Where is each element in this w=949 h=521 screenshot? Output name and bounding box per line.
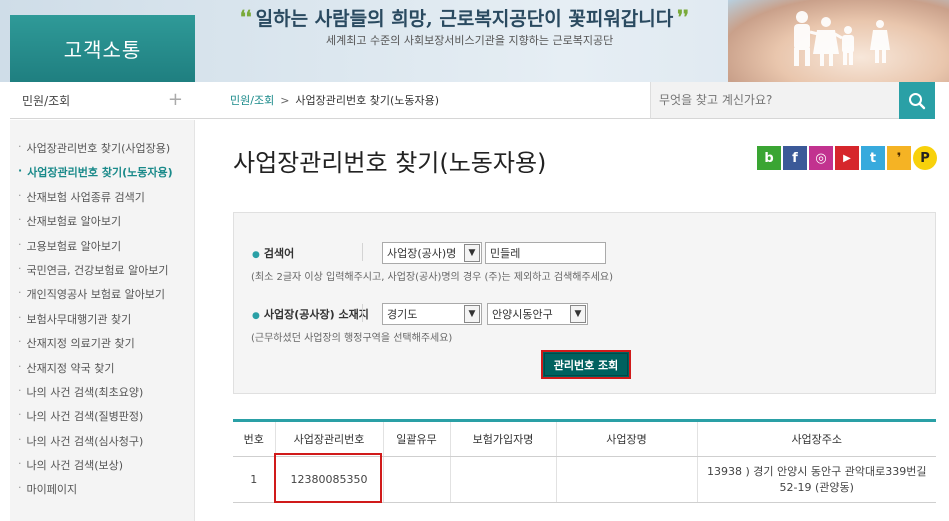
table-row[interactable]: 1 12380085350 13938 ) 경기 안양시 동안구 관악대로339… <box>233 456 936 503</box>
location-label: ● 사업장(공사장) 소재지 <box>252 308 369 321</box>
cell-insured-name <box>450 456 557 503</box>
bullet-icon: · <box>18 432 22 446</box>
bullet-icon: ● <box>252 250 260 260</box>
keyword-input[interactable]: 민들레 <box>485 242 606 264</box>
table-header-row: 번호 사업장관리번호 일괄유무 보험가입자명 사업장명 사업장주소 <box>233 420 936 457</box>
label-divider <box>362 243 363 261</box>
cell-no: 1 <box>233 456 276 503</box>
instagram-icon[interactable]: ◎ <box>809 146 833 170</box>
lookup-number-button[interactable]: 관리번호 조회 <box>541 350 631 379</box>
bullet-icon: · <box>18 188 22 202</box>
quote-close-icon: ❜❜ <box>677 6 689 28</box>
region-select[interactable]: 경기도 ▼ <box>382 303 482 325</box>
bullet-icon: · <box>18 261 22 275</box>
col-header-bulk: 일괄유무 <box>383 420 451 457</box>
sidebar-item-case-compensation[interactable]: · 나의 사건 검색(보상) <box>10 457 194 481</box>
bullet-icon: ● <box>252 311 260 321</box>
social-links: b f ◎ ▶ t ❜ P <box>757 146 937 170</box>
nav-header[interactable]: 민원/조회 + <box>10 82 195 119</box>
twitter-icon[interactable]: t <box>861 146 885 170</box>
sidebar-item-industrial-premium[interactable]: · 산재보험료 알아보기 <box>10 213 194 237</box>
kakaopay-icon[interactable]: P <box>913 146 937 170</box>
chevron-down-icon: ▼ <box>464 305 480 323</box>
blog-icon[interactable]: b <box>757 146 781 170</box>
page-title: 사업장관리번호 찾기(노동자용) <box>233 149 547 177</box>
sidebar-item-private-construction[interactable]: · 개인직영공사 보험료 알아보기 <box>10 286 194 310</box>
sub-slogan: 세계최고 수준의 사회보장서비스기관을 지향하는 근로복지공단 <box>326 34 614 47</box>
sidebar-item-workplace-number-worker[interactable]: · 사업장관리번호 찾기(노동자용) <box>10 164 194 188</box>
sidebar-item-pharmacy[interactable]: · 산재지정 약국 찾기 <box>10 360 194 384</box>
cell-workplace-number[interactable]: 12380085350 <box>275 456 384 503</box>
top-banner: 고객소통 ❛❛ 일하는 사람들의 희망, 근로복지공단이 꽃피워갑니다 ❜❜ 세… <box>0 0 949 82</box>
breadcrumb: 민원/조회 > 사업장관리번호 찾기(노동자용) <box>195 82 650 119</box>
label-divider <box>362 304 363 322</box>
sidebar-item-agency-search[interactable]: · 보험사무대행기관 찾기 <box>10 311 194 335</box>
cell-workplace-address: 13938 ) 경기 안양시 동안구 관악대로339번길 52-19 (관양동) <box>697 456 936 503</box>
bullet-icon: · <box>18 164 23 178</box>
district-select[interactable]: 안양시동안구 ▼ <box>487 303 588 325</box>
bullet-icon: · <box>18 481 22 495</box>
sidebar-item-case-review[interactable]: · 나의 사건 검색(심사청구) <box>10 433 194 457</box>
bullet-icon: · <box>18 286 22 300</box>
bullet-icon: · <box>18 383 22 397</box>
result-table: 번호 사업장관리번호 일괄유무 보험가입자명 사업장명 사업장주소 1 1238… <box>233 419 936 503</box>
col-header-insured-name: 보험가입자명 <box>450 420 557 457</box>
col-header-no: 번호 <box>233 420 276 457</box>
sidebar-item-medical-institution[interactable]: · 산재지정 의료기관 찾기 <box>10 335 194 359</box>
sidebar-item-pension-health[interactable]: · 국민연금, 건강보험료 알아보기 <box>10 262 194 286</box>
search-button[interactable] <box>899 82 935 119</box>
section-logo-text: 고객소통 <box>63 38 142 62</box>
sidebar-item-industry-search[interactable]: · 산재보험 사업종류 검색기 <box>10 189 194 213</box>
col-header-workplace-number: 사업장관리번호 <box>275 420 384 457</box>
location-help: (근무하셨던 사업장의 행정구역을 선택해주세요) <box>251 333 453 344</box>
keyword-type-select[interactable]: 사업장(공사)명 ▼ <box>382 242 482 264</box>
hands-family-illustration <box>728 0 949 82</box>
sidebar-menu: · 사업장관리번호 찾기(사업장용) · 사업장관리번호 찾기(노동자용) · 산재보… <box>10 120 195 521</box>
nav-header-label: 민원/조회 <box>22 93 71 108</box>
slogan: ❛❛ 일하는 사람들의 희망, 근로복지공단이 꽃피워갑니다 ❜❜ <box>240 4 710 30</box>
search-form: ● 검색어 사업장(공사)명 ▼ 민들레 (최소 2글자 이상 입력해주시고, 사… <box>233 212 936 394</box>
search-icon <box>909 92 926 109</box>
bullet-icon: · <box>18 310 22 324</box>
search-input[interactable] <box>659 93 889 107</box>
sidebar-item-employment-premium[interactable]: · 고용보험료 알아보기 <box>10 238 194 262</box>
col-header-workplace-address: 사업장주소 <box>697 420 936 457</box>
bullet-icon: · <box>18 335 22 349</box>
col-header-workplace-name: 사업장명 <box>556 420 698 457</box>
sidebar-item-case-initial[interactable]: · 나의 사건 검색(최초요양) <box>10 384 194 408</box>
sidebar-item-workplace-number-employer[interactable]: · 사업장관리번호 찾기(사업장용) <box>10 140 194 164</box>
quote-open-icon: ❛❛ <box>240 6 252 28</box>
bullet-icon: · <box>18 237 22 251</box>
slogan-text: 일하는 사람들의 희망, 근로복지공단이 꽃피워갑니다 <box>255 7 674 30</box>
keyword-label: ● 검색어 <box>252 247 295 260</box>
keyword-help: (최소 2글자 이상 입력해주시고, 사업장(공사)명의 경우 (주)는 제외하… <box>251 272 613 283</box>
section-logo[interactable]: 고객소통 <box>10 15 195 82</box>
breadcrumb-current: 사업장관리번호 찾기(노동자용) <box>295 94 440 107</box>
facebook-icon[interactable]: f <box>783 146 807 170</box>
sidebar-item-case-disease[interactable]: · 나의 사건 검색(질병판정) <box>10 408 194 432</box>
kakaostory-icon[interactable]: ❜ <box>887 146 911 170</box>
sidebar-item-mypage[interactable]: · 마이페이지 <box>10 481 194 505</box>
plus-icon[interactable]: + <box>168 89 183 110</box>
site-search <box>650 82 899 119</box>
chevron-down-icon: ▼ <box>464 244 480 262</box>
breadcrumb-root[interactable]: 민원/조회 <box>230 92 274 108</box>
breadcrumb-separator: > <box>280 93 290 107</box>
cell-workplace-name <box>556 456 698 503</box>
bullet-icon: · <box>18 140 22 153</box>
youtube-icon[interactable]: ▶ <box>835 146 859 170</box>
bullet-icon: · <box>18 408 22 422</box>
bullet-icon: · <box>18 457 22 471</box>
bullet-icon: · <box>18 359 22 373</box>
bullet-icon: · <box>18 213 22 227</box>
cell-bulk <box>383 456 451 503</box>
chevron-down-icon: ▼ <box>570 305 586 323</box>
